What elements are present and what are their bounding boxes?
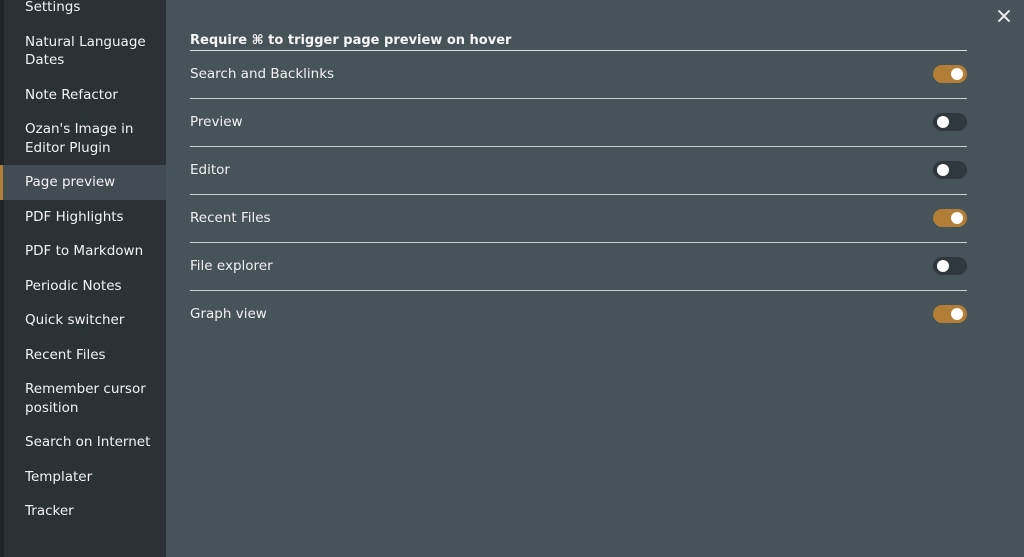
sidebar-list: Settings Natural Language Dates Note Ref… <box>0 0 166 529</box>
toggle-preview[interactable] <box>933 113 967 131</box>
sidebar-item-pdf-to-markdown[interactable]: PDF to Markdown <box>0 234 166 269</box>
sidebar-item-tracker[interactable]: Tracker <box>0 494 166 529</box>
setting-label: Editor <box>190 162 230 178</box>
section-title: Require ⌘ to trigger page preview on hov… <box>190 32 967 51</box>
toggle-editor[interactable] <box>933 161 967 179</box>
toggle-file-explorer[interactable] <box>933 257 967 275</box>
sidebar-item-recent-files[interactable]: Recent Files <box>0 338 166 373</box>
toggle-search-backlinks[interactable] <box>933 65 967 83</box>
settings-content: Require ⌘ to trigger page preview on hov… <box>190 32 967 339</box>
toggle-knob <box>951 308 963 320</box>
sidebar-item-quick-switcher[interactable]: Quick switcher <box>0 303 166 338</box>
close-icon <box>998 10 1010 22</box>
setting-row-search-backlinks: Search and Backlinks <box>190 51 967 99</box>
toggle-knob <box>937 116 949 128</box>
setting-row-preview: Preview <box>190 99 967 147</box>
sidebar-item-image-in-editor[interactable]: Ozan's Image in Editor Plugin <box>0 112 166 165</box>
sidebar-item-pdf-highlights[interactable]: PDF Highlights <box>0 200 166 235</box>
toggle-knob <box>937 164 949 176</box>
sidebar-item-page-preview[interactable]: Page preview <box>0 165 166 200</box>
setting-label: File explorer <box>190 258 273 274</box>
sidebar-item-search-on-internet[interactable]: Search on Internet <box>0 425 166 460</box>
sidebar-item-templater[interactable]: Templater <box>0 460 166 495</box>
setting-label: Recent Files <box>190 210 271 226</box>
toggle-graph-view[interactable] <box>933 305 967 323</box>
sidebar-item-periodic-notes[interactable]: Periodic Notes <box>0 269 166 304</box>
toggle-knob <box>937 260 949 272</box>
sidebar-item-natural-language-dates[interactable]: Natural Language Dates <box>0 25 166 78</box>
setting-row-recent-files: Recent Files <box>190 195 967 243</box>
setting-row-file-explorer: File explorer <box>190 243 967 291</box>
setting-label: Graph view <box>190 306 267 322</box>
setting-row-graph-view: Graph view <box>190 291 967 339</box>
setting-label: Preview <box>190 114 243 130</box>
toggle-recent-files[interactable] <box>933 209 967 227</box>
setting-label: Search and Backlinks <box>190 66 335 82</box>
settings-sidebar: Settings Natural Language Dates Note Ref… <box>0 0 166 557</box>
toggle-knob <box>951 212 963 224</box>
close-button[interactable] <box>994 6 1014 26</box>
toggle-knob <box>951 68 963 80</box>
sidebar-item-settings[interactable]: Settings <box>0 0 166 25</box>
sidebar-item-remember-cursor[interactable]: Remember cursor position <box>0 372 166 425</box>
settings-modal: Settings Natural Language Dates Note Ref… <box>0 0 1024 557</box>
sidebar-item-note-refactor[interactable]: Note Refactor <box>0 78 166 113</box>
setting-row-editor: Editor <box>190 147 967 195</box>
